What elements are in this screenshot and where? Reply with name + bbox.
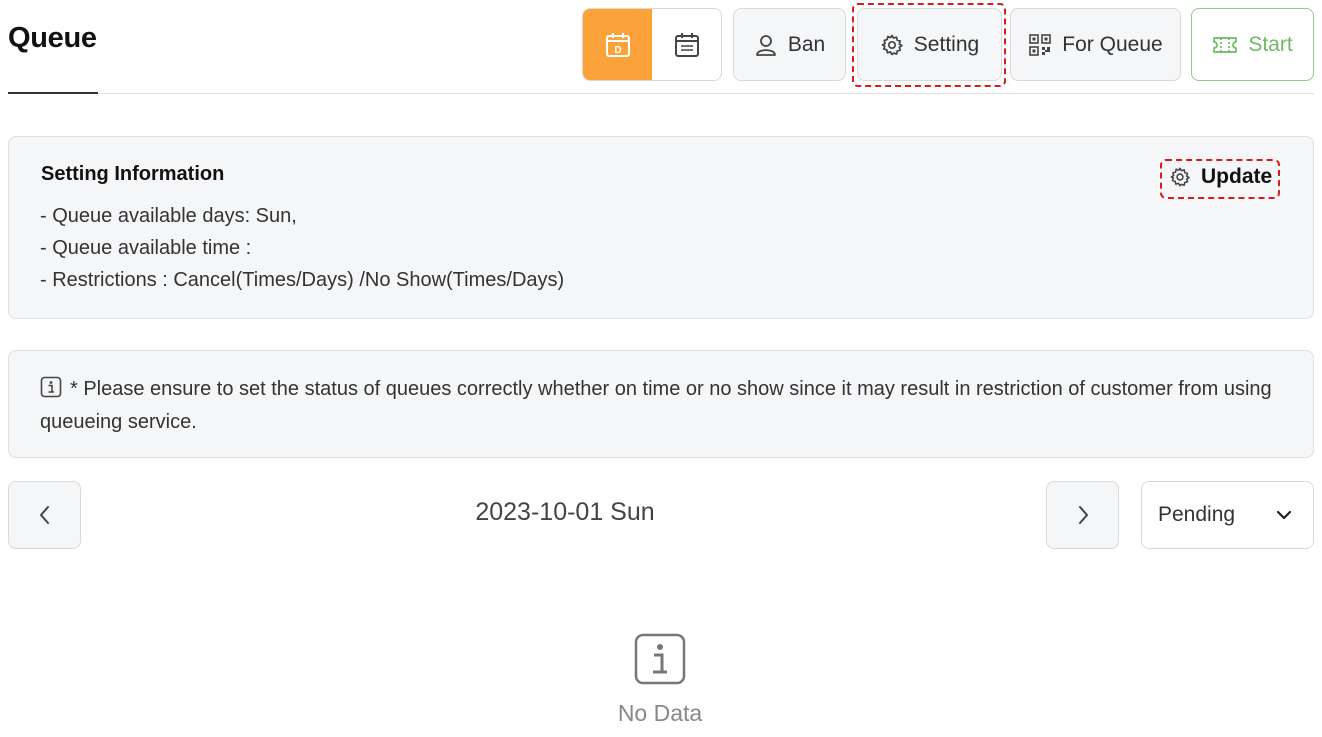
update-button[interactable]: Update (1169, 165, 1272, 189)
page-title: Queue (8, 22, 97, 54)
notice-text-block: * Please ensure to set the status of que… (40, 373, 1290, 439)
notice-card: * Please ensure to set the status of que… (8, 350, 1314, 458)
empty-state-text: No Data (617, 700, 703, 726)
gear-icon (881, 34, 903, 55)
day-letter: D (614, 45, 621, 56)
status-select[interactable]: Pending (1141, 481, 1314, 549)
next-date-button[interactable] (1046, 481, 1119, 549)
notice-text: * Please ensure to set the status of que… (40, 378, 1272, 433)
status-select-value: Pending (1158, 503, 1236, 526)
prev-date-button[interactable] (8, 481, 81, 549)
ticket-icon (1213, 36, 1238, 53)
info-icon (634, 633, 686, 685)
chevron-right-icon (1078, 506, 1088, 524)
day-view-button[interactable]: D (583, 9, 652, 80)
month-view-button[interactable] (652, 9, 721, 80)
current-date: 2023-10-01 Sun (475, 498, 655, 526)
ban-button[interactable]: Ban (733, 8, 846, 81)
calendar-day-icon: D (605, 32, 630, 57)
info-icon (40, 376, 62, 398)
start-button[interactable]: Start (1191, 8, 1314, 81)
setting-info-line: - Queue available time : (40, 237, 252, 259)
setting-info-line: - Queue available days: Sun, (40, 205, 297, 227)
view-toggle: D (582, 8, 722, 81)
for-queue-label: For Queue (1062, 32, 1163, 56)
qr-code-icon (1029, 33, 1052, 56)
setting-label: Setting (913, 32, 980, 56)
setting-info-line: - Restrictions : Cancel(Times/Days) /No … (40, 269, 565, 291)
update-label: Update (1201, 165, 1273, 188)
title-underline (8, 92, 98, 94)
setting-info-card: Setting Information - Queue available da… (8, 136, 1314, 319)
start-label: Start (1248, 32, 1293, 56)
header-divider (8, 93, 1314, 94)
user-icon (755, 34, 776, 56)
for-queue-button[interactable]: For Queue (1010, 8, 1181, 81)
calendar-month-icon (674, 32, 699, 57)
gear-icon (1170, 167, 1190, 187)
chevron-down-icon (1276, 510, 1292, 520)
chevron-left-icon (39, 506, 49, 524)
setting-info-title: Setting Information (41, 163, 225, 185)
setting-button[interactable]: Setting (857, 8, 1002, 81)
ban-label: Ban (787, 32, 826, 56)
